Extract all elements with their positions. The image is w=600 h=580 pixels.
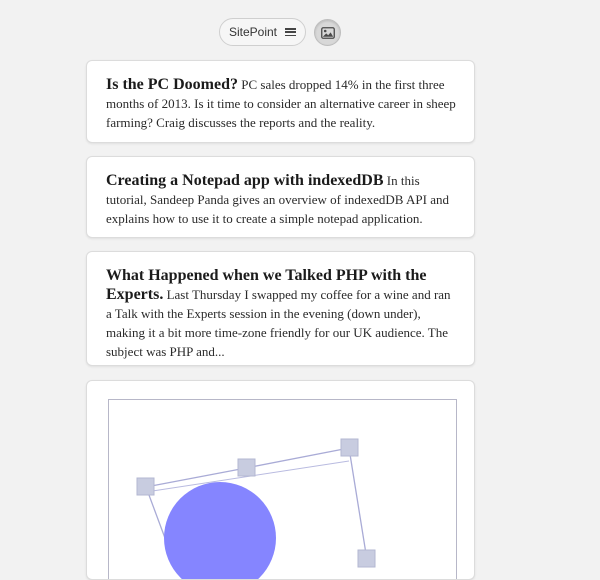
- guide-line: [348, 447, 368, 561]
- transform-handle[interactable]: [136, 477, 155, 496]
- article-text: Creating a Notepad app with indexedDB In…: [106, 171, 456, 228]
- blue-circle: [164, 482, 276, 579]
- article-card[interactable]: What Happened when we Talked PHP with th…: [86, 251, 475, 366]
- image-toggle-button[interactable]: [314, 19, 341, 46]
- hamburger-menu-icon: [285, 28, 297, 36]
- article-title[interactable]: Is the PC Doomed?: [106, 76, 238, 93]
- image-card[interactable]: [86, 380, 475, 580]
- article-image-frame: [108, 399, 457, 579]
- article-card[interactable]: Creating a Notepad app with indexedDB In…: [86, 156, 475, 238]
- transform-handle[interactable]: [237, 458, 256, 477]
- article-text: What Happened when we Talked PHP with th…: [106, 266, 456, 361]
- guide-line: [245, 447, 350, 469]
- image-icon: [320, 26, 335, 39]
- source-selector-label: SitePoint: [228, 25, 278, 39]
- transform-handle[interactable]: [340, 438, 359, 457]
- article-illustration: [136, 438, 376, 579]
- article-card[interactable]: Is the PC Doomed? PC sales dropped 14% i…: [86, 60, 475, 143]
- transform-handle[interactable]: [357, 549, 376, 568]
- article-text: Is the PC Doomed? PC sales dropped 14% i…: [106, 75, 456, 132]
- article-title[interactable]: Creating a Notepad app with indexedDB: [106, 172, 384, 189]
- source-selector-button[interactable]: SitePoint: [219, 18, 306, 46]
- top-bar: SitePoint: [0, 0, 600, 60]
